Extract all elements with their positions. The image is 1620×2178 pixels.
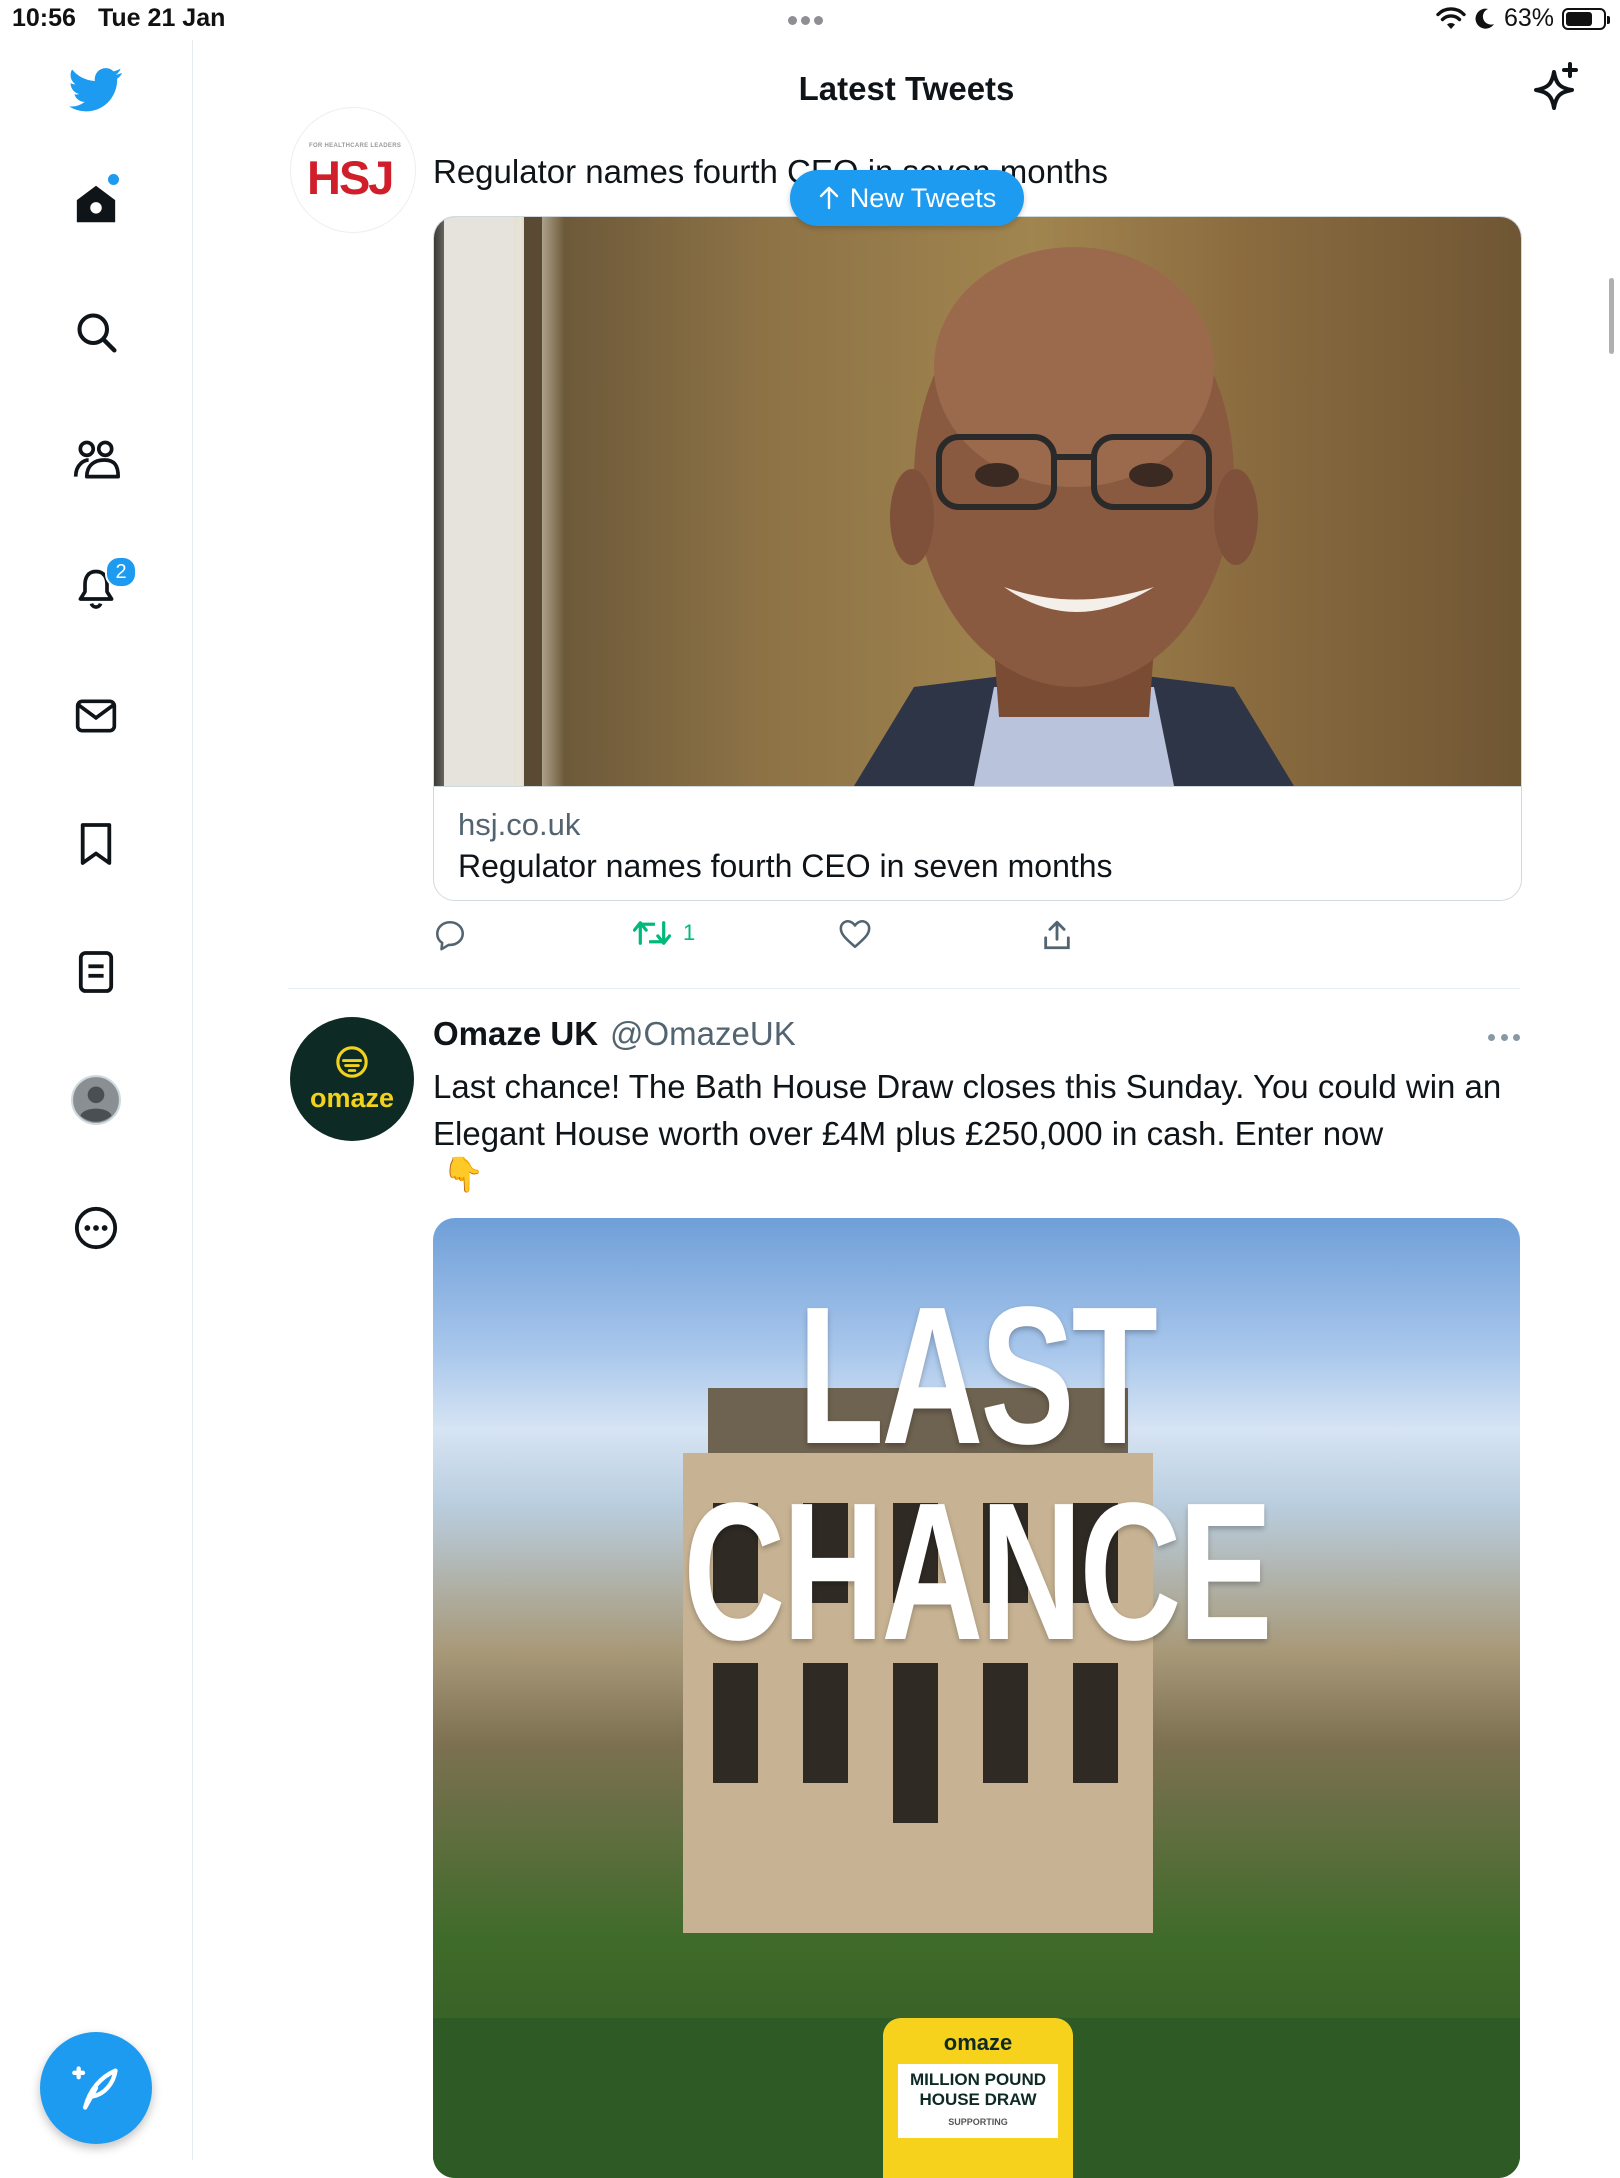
status-time: 10:56 xyxy=(12,4,76,32)
hsj-avatar-tagline: FOR HEALTHCARE LEADERS xyxy=(309,143,402,149)
timeline-header: Latest Tweets xyxy=(193,40,1620,140)
tweet-more-button[interactable] xyxy=(1488,1022,1520,1052)
twitter-logo[interactable] xyxy=(60,54,132,126)
profile-avatar-icon xyxy=(71,1075,121,1125)
nav-messages[interactable] xyxy=(60,680,132,752)
hsj-avatar[interactable]: FOR HEALTHCARE LEADERS HSJ xyxy=(290,107,416,233)
notifications-badge: 2 xyxy=(105,556,137,588)
nav-communities[interactable] xyxy=(60,424,132,496)
reply-button[interactable] xyxy=(433,918,467,952)
home-icon xyxy=(76,185,116,223)
nav-profile[interactable] xyxy=(60,1064,132,1136)
tweet-author-name[interactable]: Omaze UK xyxy=(433,1015,598,1053)
scroll-indicator[interactable] xyxy=(1609,278,1614,354)
compose-tweet-button[interactable] xyxy=(40,2032,152,2144)
link-card-title: Regulator names fourth CEO in seven mont… xyxy=(458,848,1113,884)
lists-icon xyxy=(78,951,114,993)
nav-bookmarks[interactable] xyxy=(60,808,132,880)
tweet-text: Last chance! The Bath House Draw closes … xyxy=(433,1068,1502,1152)
tweet-actions: 1 xyxy=(433,918,1520,962)
compose-feather-icon xyxy=(72,2066,118,2110)
nav-more[interactable] xyxy=(60,1192,132,1264)
twitter-bird-icon xyxy=(69,68,123,112)
link-card-meta: hsj.co.uk Regulator names fourth CEO in … xyxy=(434,786,1521,900)
retweet-icon xyxy=(633,921,671,945)
badge-supporting: SUPPORTING xyxy=(948,2117,1008,2127)
tweet-author-handle[interactable]: @OmazeUK xyxy=(610,1015,796,1053)
link-card-domain: hsj.co.uk xyxy=(458,807,581,842)
search-icon xyxy=(77,313,117,353)
share-icon xyxy=(1044,920,1070,950)
omaze-logo-icon xyxy=(336,1045,368,1078)
pointing-down-emoji: 👇 xyxy=(442,1156,485,1194)
reply-icon xyxy=(435,920,465,951)
badge-line1: MILLION POUND xyxy=(910,2070,1046,2089)
home-new-dot xyxy=(108,174,119,185)
sidebar: 2 xyxy=(0,40,193,2160)
arrow-up-icon xyxy=(819,186,838,210)
media-headline: LAST CHANCE xyxy=(683,1266,1272,1681)
omaze-avatar[interactable]: omaze xyxy=(290,1017,414,1141)
retweet-count: 1 xyxy=(683,920,696,945)
share-button[interactable] xyxy=(1041,918,1073,952)
badge-brand: omaze xyxy=(943,2030,1013,2055)
nav-lists[interactable] xyxy=(60,936,132,1008)
bookmark-icon xyxy=(80,823,112,865)
badge-label: MILLION POUND HOUSE DRAW SUPPORTING xyxy=(898,2064,1058,2138)
tweet-media-image[interactable]: LAST CHANCE omaze MILLION POUND HOUSE DR… xyxy=(433,1218,1520,2178)
communities-icon xyxy=(73,440,120,479)
status-bar: 10:56 Tue 21 Jan 63% xyxy=(0,0,1620,40)
mail-icon xyxy=(75,699,117,733)
wifi-icon xyxy=(1436,6,1466,29)
portrait-photo xyxy=(444,217,1294,786)
link-card[interactable]: hsj.co.uk Regulator names fourth CEO in … xyxy=(433,216,1522,901)
nav-home[interactable] xyxy=(60,168,132,240)
badge-line2: HOUSE DRAW xyxy=(919,2090,1037,2109)
tweet-divider xyxy=(288,988,1520,989)
page-title: Latest Tweets xyxy=(798,70,1015,107)
new-tweets-label: New Tweets xyxy=(849,182,997,213)
nav-notifications[interactable]: 2 xyxy=(60,552,137,624)
retweet-button[interactable]: 1 xyxy=(633,918,695,948)
heart-icon xyxy=(839,919,871,949)
omaze-draw-badge: omaze MILLION POUND HOUSE DRAW SUPPORTIN… xyxy=(883,2018,1073,2178)
nav-search[interactable] xyxy=(60,296,132,368)
sparkle-icon xyxy=(1534,62,1578,110)
battery-icon xyxy=(1562,7,1610,30)
timeline-toggle-button[interactable] xyxy=(1532,62,1580,119)
moon-icon xyxy=(1475,8,1494,29)
battery-percent: 63% xyxy=(1503,4,1554,32)
hsj-logo: HSJ xyxy=(307,151,394,204)
link-card-image xyxy=(434,217,1521,786)
more-icon xyxy=(74,1206,118,1250)
omaze-logo-text: omaze xyxy=(309,1082,395,1113)
status-date: Tue 21 Jan xyxy=(98,4,226,32)
new-tweets-button[interactable]: New Tweets xyxy=(790,170,1024,226)
like-button[interactable] xyxy=(838,918,872,950)
multitasking-dots[interactable] xyxy=(788,12,827,30)
